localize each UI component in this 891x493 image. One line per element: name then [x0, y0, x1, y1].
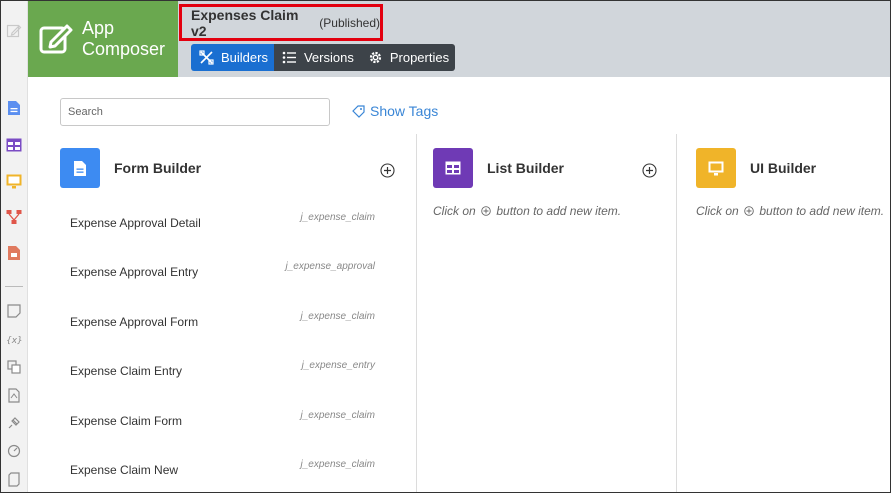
- tab-properties-label: Properties: [389, 50, 450, 65]
- app-header: App Composer Expenses Claim v2 (Publishe…: [28, 1, 890, 77]
- app-window: {x} App Composer Expenses Claim v2 (Publ…: [0, 0, 891, 493]
- form-icon[interactable]: [6, 100, 22, 116]
- show-tags-label: Show Tags: [370, 103, 439, 119]
- gauge-icon[interactable]: [6, 443, 22, 459]
- process-icon[interactable]: [6, 209, 22, 225]
- edit-logo-icon: [39, 24, 73, 54]
- tab-builders[interactable]: Builders: [191, 44, 274, 71]
- list-builder-badge: [433, 148, 473, 188]
- list-builder-header: List Builder: [433, 148, 564, 188]
- hint-text-before: Click on: [696, 204, 739, 218]
- add-list-plus-icon[interactable]: [642, 163, 657, 178]
- list-item[interactable]: Expense Claim New j_expense_claim: [70, 459, 375, 479]
- ui-builder-hint: Click on button to add new item.: [696, 204, 884, 218]
- item-table: j_expense_entry: [301, 360, 375, 371]
- item-name: Expense Claim New: [70, 463, 179, 477]
- circle-plus-icon: [481, 206, 491, 216]
- resource-icon[interactable]: [6, 359, 22, 375]
- app-title: Expenses Claim v2: [191, 6, 299, 39]
- form-builder-badge: [60, 148, 100, 188]
- gear-icon: [368, 50, 383, 65]
- item-table: j_expense_approval: [285, 261, 375, 272]
- item-name: Expense Claim Entry: [70, 364, 183, 378]
- show-tags-link[interactable]: Show Tags: [352, 103, 438, 119]
- list-item[interactable]: Expense Claim Entry j_expense_entry: [70, 360, 375, 380]
- column-divider: [416, 134, 417, 492]
- list-icon[interactable]: [6, 137, 22, 153]
- item-table: j_expense_claim: [300, 410, 376, 421]
- list-item[interactable]: Expense Approval Form j_expense_claim: [70, 311, 375, 331]
- circle-plus-icon: [744, 206, 754, 216]
- monitor-icon: [708, 161, 724, 175]
- hint-text-after: button to add new item.: [496, 204, 622, 218]
- add-form-plus-icon[interactable]: [380, 163, 395, 178]
- column-divider: [676, 134, 677, 492]
- logo-text: App Composer: [82, 18, 165, 60]
- app-status: (Published): [319, 15, 380, 30]
- scroll-icon[interactable]: [6, 471, 22, 487]
- form-icon: [74, 160, 86, 176]
- ui-builder-badge: [696, 148, 736, 188]
- item-table: j_expense_claim: [300, 459, 376, 470]
- list-item[interactable]: Expense Claim Form j_expense_claim: [70, 410, 375, 430]
- item-name: Expense Approval Detail: [70, 216, 201, 230]
- tab-versions-label: Versions: [303, 50, 354, 65]
- item-table: j_expense_claim: [300, 311, 376, 322]
- rail-divider: [5, 286, 23, 287]
- item-name: Expense Claim Form: [70, 414, 183, 428]
- app-logo[interactable]: App Composer: [28, 1, 178, 77]
- form-builder-title: Form Builder: [114, 160, 202, 176]
- item-table: j_expense_claim: [300, 212, 376, 223]
- list-item[interactable]: Expense Approval Detail j_expense_claim: [70, 212, 375, 232]
- search-input[interactable]: [60, 98, 330, 126]
- item-name: Expense Approval Form: [70, 315, 199, 329]
- list-builder-hint: Click on button to add new item.: [433, 204, 621, 218]
- logo-line-1: App: [82, 18, 115, 38]
- note-icon[interactable]: [6, 303, 22, 319]
- builders-icon: [199, 50, 214, 65]
- list-icon: [445, 161, 461, 175]
- tab-properties[interactable]: Properties: [359, 44, 456, 71]
- hint-text-after: button to add new item.: [759, 204, 885, 218]
- tag-icon: [352, 104, 365, 118]
- list-item[interactable]: Expense Approval Entry j_expense_approva…: [70, 261, 375, 281]
- plugin-icon[interactable]: [6, 415, 22, 431]
- report-icon[interactable]: [6, 245, 22, 261]
- left-rail: {x}: [1, 1, 28, 492]
- ui-builder-title: UI Builder: [750, 160, 817, 176]
- pdf-icon[interactable]: [6, 387, 22, 403]
- list-icon: [282, 50, 297, 65]
- ui-builder-header: UI Builder: [696, 148, 816, 188]
- hint-text-before: Click on: [433, 204, 476, 218]
- tab-bar: Builders Versions Properties: [191, 44, 456, 71]
- pencil-icon[interactable]: [6, 23, 22, 39]
- svg-text:{x}: {x}: [6, 336, 22, 346]
- list-builder-title: List Builder: [487, 160, 565, 176]
- item-name: Expense Approval Entry: [70, 265, 199, 279]
- app-title-box[interactable]: Expenses Claim v2 (Published): [179, 4, 383, 41]
- variable-icon[interactable]: {x}: [6, 331, 22, 347]
- form-builder-header: Form Builder: [60, 148, 201, 188]
- logo-line-2: Composer: [82, 39, 166, 59]
- tab-versions[interactable]: Versions: [273, 44, 360, 71]
- tab-builders-label: Builders: [221, 50, 268, 65]
- ui-icon[interactable]: [6, 173, 22, 189]
